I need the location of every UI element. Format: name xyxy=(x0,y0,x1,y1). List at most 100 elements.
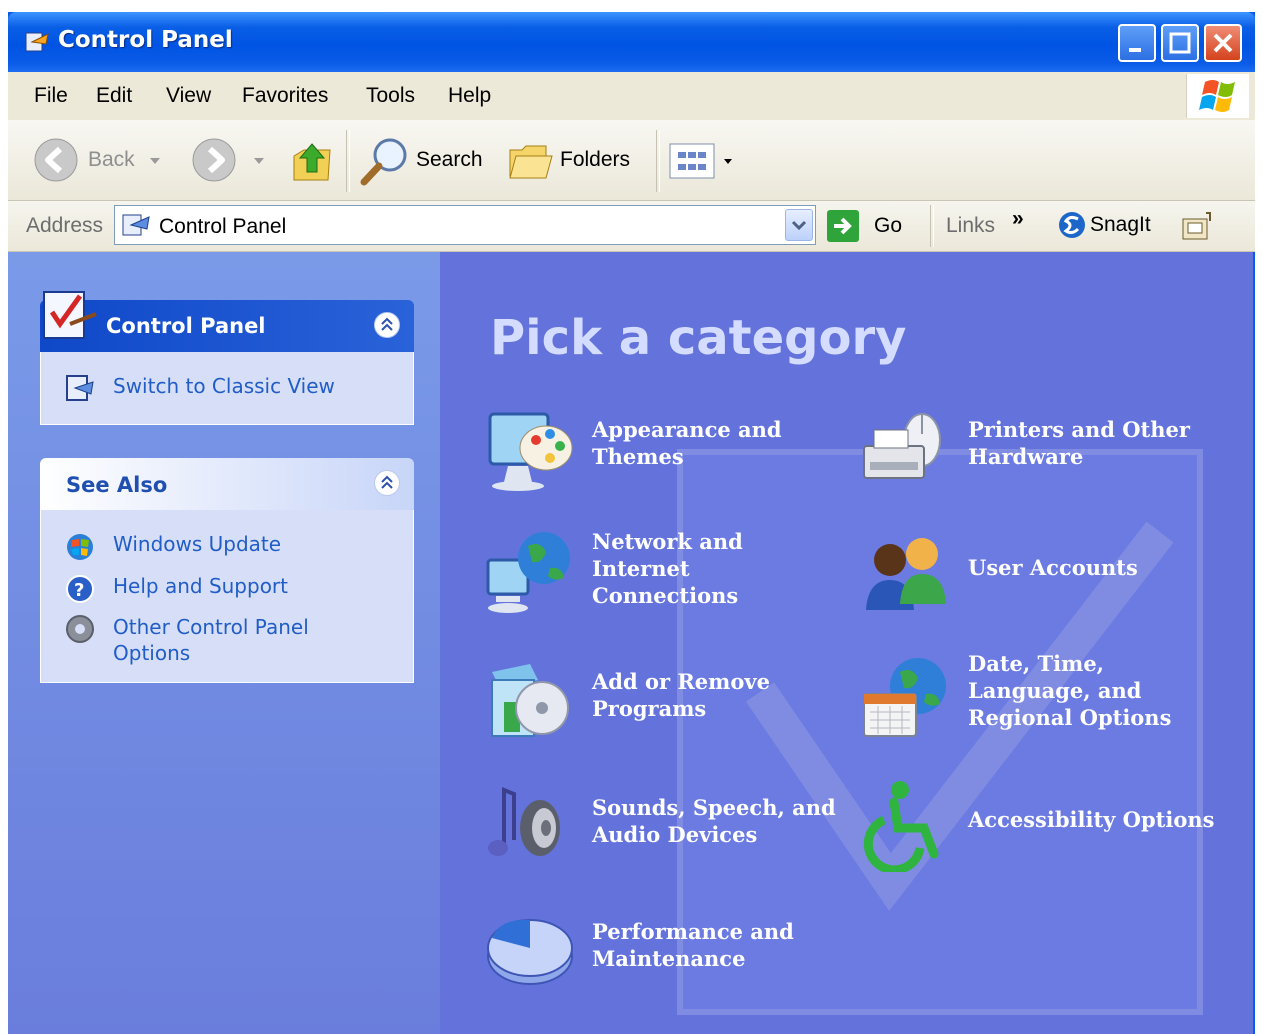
menu-tools[interactable]: Tools xyxy=(366,84,415,108)
see-also-title: See Also xyxy=(66,473,168,497)
control-panel-icon xyxy=(122,214,150,236)
other-options-link[interactable]: Other Control Panel Options xyxy=(63,612,403,672)
control-panel-box-body: Switch to Classic View xyxy=(40,352,414,425)
printers-hardware-label: Printers and Other Hardware xyxy=(968,417,1190,469)
go-label: Go xyxy=(874,214,903,237)
menu-file[interactable]: File xyxy=(34,84,68,108)
svg-text:?: ? xyxy=(74,580,84,601)
other-options-label: Other Control Panel Options xyxy=(113,615,309,665)
gear-icon xyxy=(66,615,94,643)
chevron-down-icon xyxy=(254,158,264,164)
category-network[interactable]: Network and Internet Connections xyxy=(484,524,844,624)
help-support-label: Help and Support xyxy=(113,574,288,598)
chevron-down-icon xyxy=(150,158,160,164)
address-label: Address xyxy=(26,214,104,237)
help-support-link[interactable]: ? Help and Support xyxy=(63,572,403,604)
menu-favorites[interactable]: Favorites xyxy=(242,84,328,108)
category-printers[interactable]: Printers and Other Hardware xyxy=(860,400,1220,500)
toolbar-separator xyxy=(656,130,660,192)
category-user-accounts[interactable]: User Accounts xyxy=(860,524,1220,624)
back-button[interactable]: Back xyxy=(32,136,162,184)
menu-bar: File Edit View Favorites Tools Help xyxy=(8,72,1255,121)
menu-edit[interactable]: Edit xyxy=(96,84,132,108)
pick-category-heading: Pick a category xyxy=(490,310,907,366)
go-button[interactable]: Go xyxy=(826,209,906,243)
windows-update-link[interactable]: Windows Update xyxy=(63,530,403,562)
see-also-taskbox: See Also Windows Update ? Help and Suppo… xyxy=(40,458,414,683)
snagit-button[interactable]: SnagIt xyxy=(1056,209,1160,243)
forward-arrow-icon xyxy=(192,138,236,182)
links-more-chevron[interactable]: » xyxy=(1012,207,1024,231)
content-area: Control Panel Switch to Classic View See… xyxy=(8,252,1253,1034)
forward-button[interactable] xyxy=(190,136,270,184)
address-value: Control Panel xyxy=(159,215,287,238)
search-icon xyxy=(360,138,407,186)
control-panel-box-title: Control Panel xyxy=(106,314,266,338)
double-chevron-up-icon xyxy=(381,317,393,331)
links-label[interactable]: Links xyxy=(946,214,995,238)
windows-update-icon xyxy=(67,534,93,560)
search-button[interactable]: Search xyxy=(360,136,490,186)
minimize-button[interactable] xyxy=(1118,24,1156,62)
control-panel-header-icon xyxy=(43,291,97,339)
chevron-down-icon xyxy=(791,220,807,231)
folder-up-icon xyxy=(293,143,331,181)
appearance-themes-icon xyxy=(488,412,573,491)
appearance-themes-label: Appearance and Themes xyxy=(592,417,782,469)
maximize-button[interactable] xyxy=(1161,24,1199,62)
menu-view[interactable]: View xyxy=(166,84,211,108)
switch-classic-view-label: Switch to Classic View xyxy=(113,374,335,398)
add-remove-programs-label: Add or Remove Programs xyxy=(592,669,770,721)
title-bar[interactable]: Control Panel xyxy=(8,12,1255,72)
folders-icon xyxy=(509,145,553,179)
windows-update-label: Windows Update xyxy=(113,532,282,556)
back-label: Back xyxy=(88,148,135,171)
double-chevron-up-icon xyxy=(381,475,393,489)
see-also-box-header[interactable]: See Also xyxy=(40,458,414,510)
collapse-button[interactable] xyxy=(374,470,400,496)
category-appearance[interactable]: Appearance and Themes xyxy=(484,400,844,500)
toolbar-options-icon[interactable] xyxy=(1180,211,1216,243)
control-panel-icon xyxy=(25,32,49,52)
sounds-audio-label: Sounds, Speech, and Audio Devices xyxy=(592,795,836,847)
performance-maintenance-icon xyxy=(487,919,573,985)
address-bar: Address Control Panel Go Links » SnagIt xyxy=(8,201,1255,252)
window-title: Control Panel xyxy=(58,27,233,53)
printer-hardware-icon xyxy=(863,413,941,479)
network-internet-icon xyxy=(486,532,570,613)
category-sounds[interactable]: Sounds, Speech, and Audio Devices xyxy=(484,776,844,876)
folders-label: Folders xyxy=(560,148,631,171)
network-internet-label: Network and Internet Connections xyxy=(592,529,743,608)
toolbar-separator xyxy=(930,205,934,247)
date-time-language-label: Date, Time, Language, and Regional Optio… xyxy=(968,651,1172,730)
control-panel-box-header[interactable]: Control Panel xyxy=(40,291,414,352)
category-accessibility[interactable]: Accessibility Options xyxy=(860,776,1220,876)
category-pane: Pick a category Appearance and Themes Pr… xyxy=(440,252,1253,1034)
close-icon xyxy=(1213,33,1233,53)
address-dropdown-button[interactable] xyxy=(785,209,813,241)
category-date-time[interactable]: Date, Time, Language, and Regional Optio… xyxy=(860,650,1220,750)
control-panel-window: Control Panel File Edit View Favorites T… xyxy=(8,12,1255,1034)
folders-button[interactable]: Folders xyxy=(506,136,636,184)
minimize-icon xyxy=(1129,48,1141,52)
close-button[interactable] xyxy=(1204,24,1242,62)
back-arrow-icon xyxy=(34,138,78,182)
user-accounts-label: User Accounts xyxy=(968,555,1138,580)
up-folder-button[interactable] xyxy=(290,138,334,184)
category-performance[interactable]: Performance and Maintenance xyxy=(484,902,844,1002)
date-time-language-icon xyxy=(863,658,946,737)
menu-help[interactable]: Help xyxy=(448,84,491,108)
accessibility-options-label: Accessibility Options xyxy=(968,807,1215,832)
category-add-remove[interactable]: Add or Remove Programs xyxy=(484,650,844,750)
address-field[interactable]: Control Panel xyxy=(114,205,816,245)
switch-classic-view-link[interactable]: Switch to Classic View xyxy=(63,372,403,404)
windows-flag-icon xyxy=(1199,80,1235,112)
collapse-button[interactable] xyxy=(374,312,400,338)
help-icon: ? xyxy=(66,575,94,603)
task-pane: Control Panel Switch to Classic View See… xyxy=(8,252,440,1034)
add-remove-programs-icon xyxy=(491,664,569,737)
views-button[interactable] xyxy=(668,142,738,182)
standard-toolbar: Back Search Folders xyxy=(8,120,1255,201)
control-panel-taskbox: Control Panel Switch to Classic View xyxy=(40,291,414,425)
snagit-label: SnagIt xyxy=(1090,213,1151,236)
